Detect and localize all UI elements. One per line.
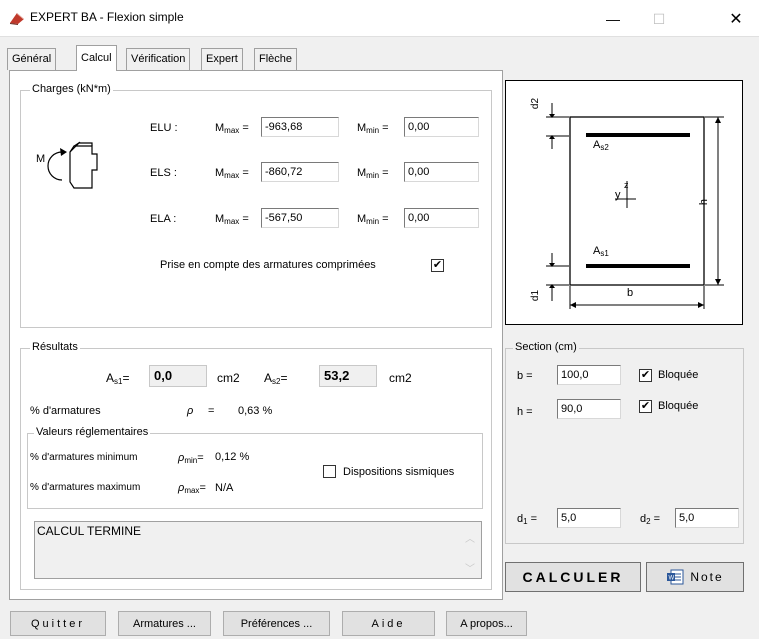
d1-input[interactable]: 5,0 — [557, 508, 621, 528]
scroll-up-icon[interactable]: ︿ — [465, 530, 475, 545]
rho-eq: = — [208, 405, 215, 417]
diagram-h-label: h — [698, 198, 711, 206]
tab-verification[interactable]: Vérification — [126, 48, 191, 70]
diagram-b-label: b — [627, 287, 634, 299]
b-bloquee-checkbox[interactable]: ✔ — [639, 369, 652, 382]
scroll-down-icon[interactable]: ﹀ — [465, 560, 475, 575]
els-mmin-input[interactable]: 0,00 — [404, 162, 479, 182]
d2-label: d2 = — [640, 513, 661, 526]
diagram-as2-label: As2 — [593, 139, 609, 152]
note-button[interactable]: W Note — [646, 562, 744, 592]
els-label: ELS : — [150, 167, 177, 179]
h-bloquee-checkbox[interactable]: ✔ — [639, 400, 652, 413]
h-input[interactable]: 90,0 — [557, 399, 621, 419]
minimize-button[interactable]: — — [590, 6, 636, 32]
ela-mmax-label: Mmax = — [215, 213, 249, 226]
diagram-as1-label: As1 — [593, 245, 609, 258]
diagram-y-label: y — [615, 189, 621, 201]
moment-label: M — [36, 153, 46, 165]
as2-unit: cm2 — [389, 371, 412, 385]
word-doc-icon: W — [667, 569, 684, 585]
d2-input[interactable]: 5,0 — [675, 508, 739, 528]
ela-mmin-input[interactable]: 0,00 — [404, 208, 479, 228]
elu-mmax-input[interactable]: -963,68 — [261, 117, 339, 137]
rho-max-value: N/A — [215, 482, 234, 494]
tab-calcul[interactable]: Calcul — [76, 45, 117, 71]
pct-min-label: % d'armatures minimum — [30, 452, 138, 463]
elu-mmax-label: Mmax = — [215, 122, 249, 135]
message-text: CALCUL TERMINE — [37, 524, 142, 538]
rho-max-label: ρmax= — [178, 482, 206, 495]
note-label: Note — [690, 570, 724, 584]
diagram-d1-label: d1 — [530, 289, 542, 302]
charges-title: Charges (kN*m) — [30, 83, 113, 95]
els-mmax-input[interactable]: -860,72 — [261, 162, 339, 182]
b-bloquee-label: Bloquée — [658, 369, 699, 381]
els-mmax-label: Mmax = — [215, 167, 249, 180]
els-mmin-label: Mmin = — [357, 167, 389, 180]
ela-label: ELA : — [150, 213, 177, 225]
aide-button[interactable]: Aide — [342, 611, 435, 636]
title-bar: EXPERT BA - Flexion simple — ☐ ✕ — [0, 0, 759, 36]
rho-min-value: 0,12 % — [215, 451, 250, 463]
preferences-button[interactable]: Préférences ... — [223, 611, 330, 636]
prise-compte-label: Prise en compte des armatures comprimées — [160, 259, 376, 271]
apropos-button[interactable]: A propos... — [446, 611, 527, 636]
app-icon — [10, 13, 24, 25]
diagram-z-label: z — [624, 180, 629, 190]
tab-expert[interactable]: Expert — [201, 48, 243, 70]
ela-mmin-label: Mmin = — [357, 213, 389, 226]
dispositions-sismiques-checkbox[interactable] — [323, 465, 336, 478]
dispositions-sismiques-label: Dispositions sismiques — [343, 466, 455, 478]
window-title: EXPERT BA - Flexion simple — [30, 10, 184, 24]
rho-min-label: ρmin= — [178, 452, 204, 465]
as2-label: As2= — [264, 371, 288, 386]
as2-value: 53,2 — [319, 365, 377, 387]
b-label: b = — [517, 370, 533, 382]
maximize-button[interactable]: ☐ — [636, 6, 682, 32]
resultats-title: Résultats — [30, 341, 80, 353]
armatures-button[interactable]: Armatures ... — [118, 611, 211, 636]
tab-fleche[interactable]: Flèche — [254, 48, 298, 70]
as1-label: As1= — [106, 371, 130, 386]
diagram-d2-label: d2 — [530, 97, 542, 110]
h-bloquee-label: Bloquée — [658, 400, 699, 412]
elu-mmin-label: Mmin = — [357, 122, 389, 135]
section-title: Section (cm) — [513, 341, 579, 353]
pct-max-label: % d'armatures maximum — [30, 482, 141, 493]
close-button[interactable]: ✕ — [713, 6, 759, 32]
elu-mmin-input[interactable]: 0,00 — [404, 117, 479, 137]
elu-label: ELU : — [150, 122, 178, 134]
svg-text:W: W — [669, 576, 675, 582]
calculer-button[interactable]: CALCULER — [505, 562, 641, 592]
tab-general[interactable]: Général — [7, 48, 57, 70]
valeurs-reglementaires-title: Valeurs réglementaires — [34, 426, 151, 438]
d1-label: d1 = — [517, 513, 538, 526]
rho-value: 0,63 % — [238, 405, 273, 417]
pct-armatures-label: % d'armatures — [30, 405, 101, 417]
b-input[interactable]: 100,0 — [557, 365, 621, 385]
prise-compte-checkbox[interactable]: ✔ — [431, 259, 444, 272]
rho-symbol: ρ — [187, 405, 194, 417]
as1-unit: cm2 — [217, 371, 240, 385]
bending-moment-icon — [47, 141, 98, 189]
as1-value: 0,0 — [149, 365, 207, 387]
h-label: h = — [517, 406, 533, 418]
ela-mmax-input[interactable]: -567,50 — [261, 208, 339, 228]
quitter-button[interactable]: Quitter — [10, 611, 106, 636]
